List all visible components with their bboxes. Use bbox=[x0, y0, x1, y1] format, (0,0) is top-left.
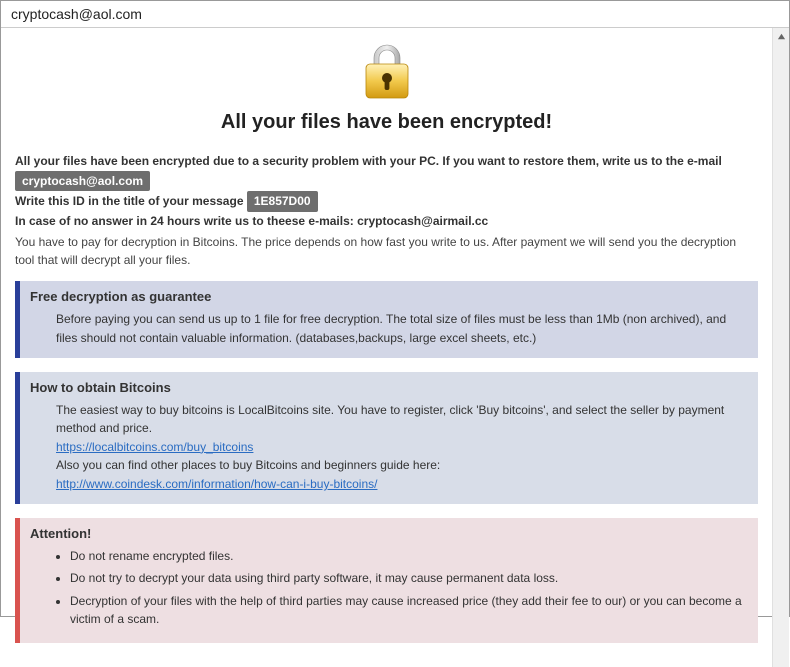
panel-free-decryption: Free decryption as guarantee Before payi… bbox=[15, 281, 758, 357]
lock-icon bbox=[358, 40, 416, 103]
panel-btc-title: How to obtain Bitcoins bbox=[30, 380, 748, 395]
vertical-scrollbar[interactable] bbox=[772, 28, 789, 667]
panel-free-body: Before paying you can send us up to 1 fi… bbox=[30, 310, 748, 347]
lock-wrap bbox=[15, 40, 758, 103]
window-title: cryptocash@aol.com bbox=[11, 6, 142, 22]
intro-line1: All your files have been encrypted due t… bbox=[15, 154, 722, 168]
btc-line1: The easiest way to buy bitcoins is Local… bbox=[56, 403, 724, 436]
app-window: cryptocash@aol.com bbox=[0, 0, 790, 617]
payment-note: You have to pay for decryption in Bitcoi… bbox=[15, 233, 758, 269]
warn-b2: Do not try to decrypt your data using th… bbox=[70, 569, 748, 588]
titlebar: cryptocash@aol.com bbox=[1, 1, 789, 28]
id-chip: 1E857D00 bbox=[247, 191, 318, 212]
scroll-up-arrow[interactable] bbox=[773, 28, 790, 45]
intro-email2: cryptocash@airmail.cc bbox=[357, 214, 488, 228]
panel-btc-body: The easiest way to buy bitcoins is Local… bbox=[30, 401, 748, 494]
content-wrap: All your files have been encrypted! All … bbox=[1, 28, 789, 667]
content-area: All your files have been encrypted! All … bbox=[1, 28, 772, 667]
intro-line2: Write this ID in the title of your messa… bbox=[15, 194, 244, 208]
intro-text: All your files have been encrypted due t… bbox=[15, 152, 758, 230]
btc-link2[interactable]: http://www.coindesk.com/information/how-… bbox=[56, 477, 377, 491]
warn-b1: Do not rename encrypted files. bbox=[70, 547, 748, 566]
intro-line3a: In case of no answer in 24 hours write u… bbox=[15, 214, 354, 228]
warn-b3: Decryption of your files with the help o… bbox=[70, 592, 748, 629]
panel-bitcoins: How to obtain Bitcoins The easiest way t… bbox=[15, 372, 758, 504]
panel-attention: Attention! Do not rename encrypted files… bbox=[15, 518, 758, 643]
btc-link1[interactable]: https://localbitcoins.com/buy_bitcoins bbox=[56, 440, 253, 454]
panel-warn-title: Attention! bbox=[30, 526, 748, 541]
panel-free-title: Free decryption as guarantee bbox=[30, 289, 748, 304]
email-chip: cryptocash@aol.com bbox=[15, 171, 150, 192]
btc-line2: Also you can find other places to buy Bi… bbox=[56, 458, 440, 472]
main-heading: All your files have been encrypted! bbox=[15, 111, 758, 134]
